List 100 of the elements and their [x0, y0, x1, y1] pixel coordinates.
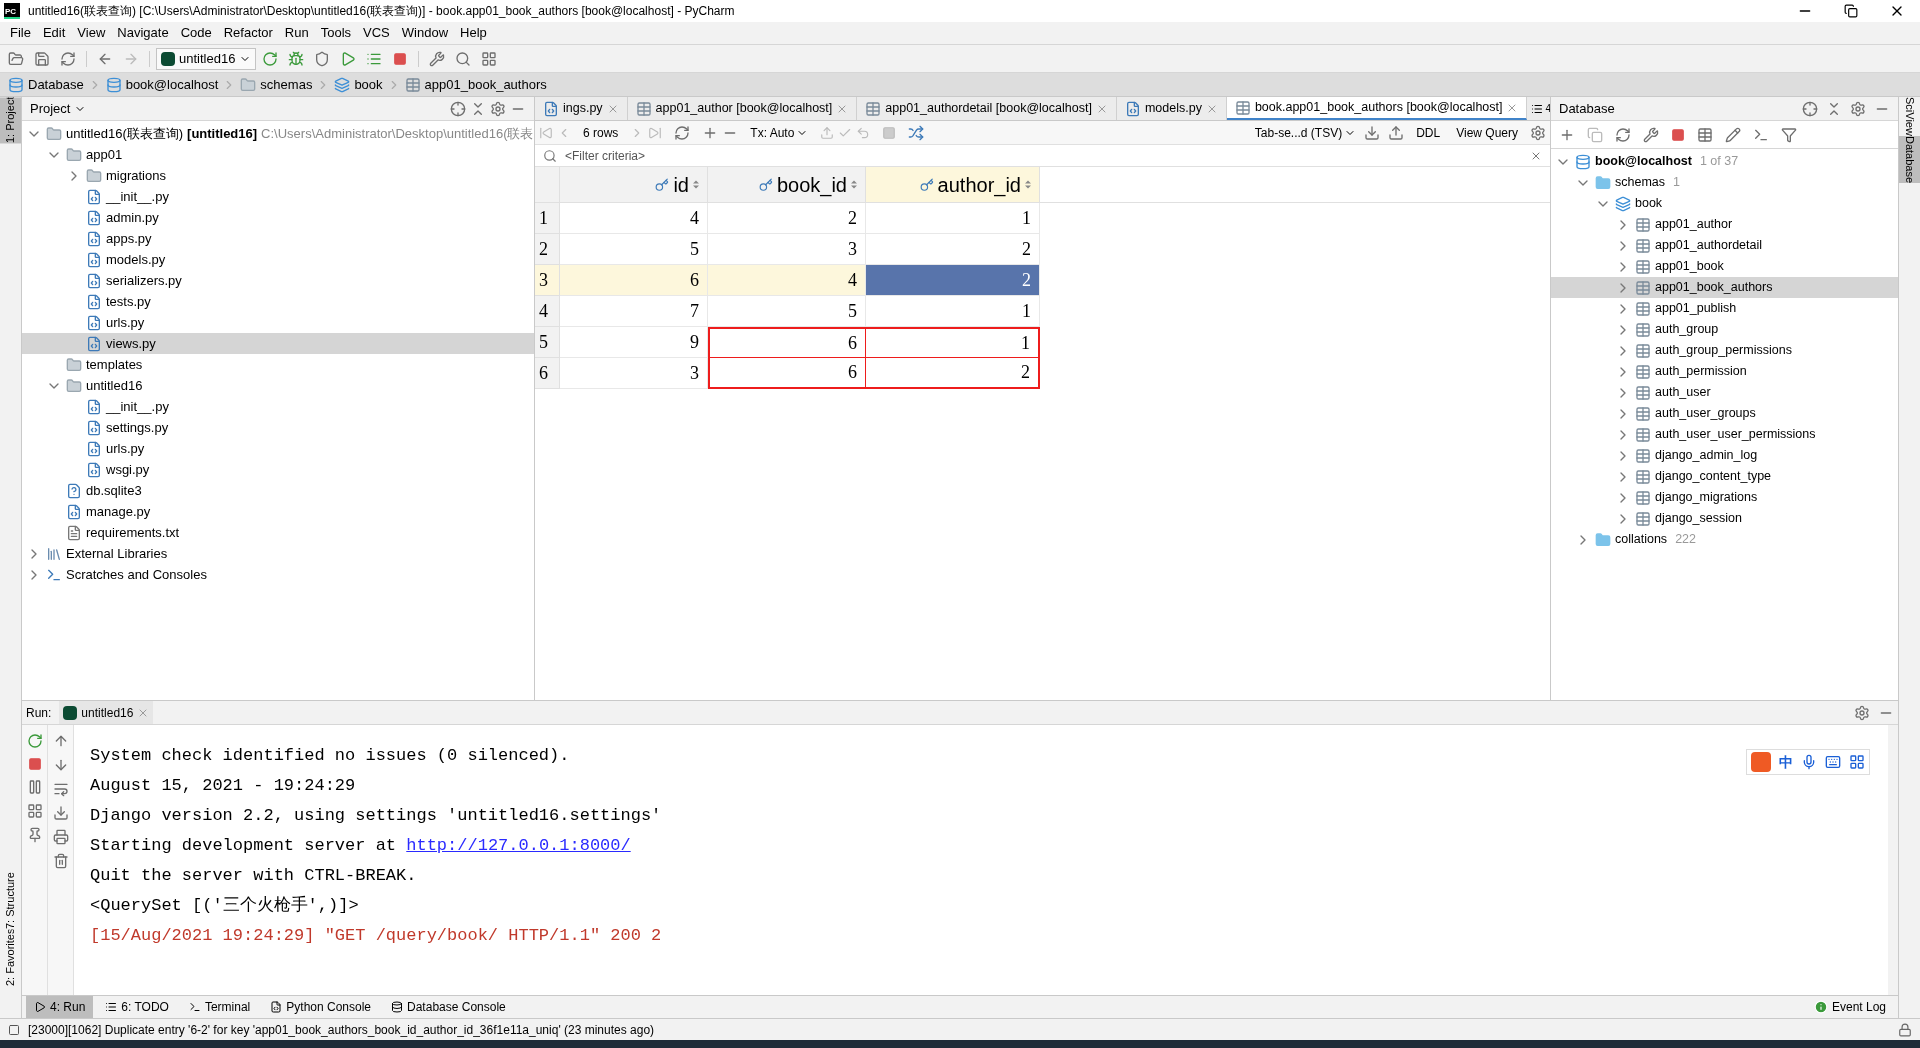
- tool-window-tab[interactable]: 6: TODO: [97, 996, 177, 1018]
- panel-title[interactable]: Project: [30, 98, 87, 119]
- menu-item[interactable]: Tools: [314, 23, 358, 43]
- tree-item[interactable]: wsgi.py: [22, 459, 534, 480]
- sort-icon[interactable]: [851, 180, 857, 189]
- lock-icon[interactable]: [1898, 1022, 1912, 1037]
- settings-icon[interactable]: [1854, 704, 1870, 721]
- settings-icon[interactable]: [490, 100, 506, 117]
- refresh-icon[interactable]: [1615, 126, 1631, 143]
- column-header[interactable]: id: [560, 167, 708, 202]
- menu-item[interactable]: View: [71, 23, 112, 43]
- tree-item[interactable]: auth_user_user_permissions: [1551, 424, 1898, 445]
- table-view-icon[interactable]: [1697, 126, 1713, 143]
- settings-icon[interactable]: [1850, 100, 1866, 117]
- editor-tab[interactable]: ings.py: [535, 97, 628, 120]
- tree-item[interactable]: settings.py: [22, 417, 534, 438]
- menu-item[interactable]: Window: [395, 23, 455, 43]
- editor-tab[interactable]: app01_author [book@localhost]: [627, 97, 858, 120]
- column-header[interactable]: book_id: [708, 167, 866, 202]
- menu-item[interactable]: Navigate: [111, 23, 175, 43]
- tree-item[interactable]: app01: [22, 144, 534, 165]
- view-query-button[interactable]: View Query: [1452, 123, 1522, 142]
- tree-item[interactable]: auth_permission: [1551, 361, 1898, 382]
- breadcrumb[interactable]: book: [334, 74, 383, 95]
- tree-item[interactable]: models.py: [22, 249, 534, 270]
- grid-icon[interactable]: [1849, 754, 1865, 770]
- editor-tab[interactable]: book.app01_book_authors [book@localhost]: [1226, 97, 1528, 120]
- tree-item[interactable]: apps.py: [22, 228, 534, 249]
- stop-icon[interactable]: [1671, 127, 1685, 142]
- tree-item[interactable]: templates: [22, 354, 534, 375]
- tree-item[interactable]: tests.py: [22, 291, 534, 312]
- tool-window-tab[interactable]: Database: [1899, 135, 1920, 184]
- menu-item[interactable]: Run: [278, 23, 315, 43]
- breadcrumb[interactable]: book@localhost: [105, 74, 219, 95]
- event-log-tab[interactable]: Event Log: [1805, 998, 1894, 1016]
- upload-icon[interactable]: [1388, 124, 1405, 141]
- tree-item[interactable]: auth_group_permissions: [1551, 340, 1898, 361]
- tree-item[interactable]: views.py: [22, 333, 534, 354]
- tree-item[interactable]: app01_authordetail: [1551, 235, 1898, 256]
- rerun-icon[interactable]: [26, 733, 43, 749]
- tree-item[interactable]: auth_user: [1551, 382, 1898, 403]
- breadcrumb[interactable]: schemas: [240, 74, 313, 95]
- tree-item[interactable]: django_session: [1551, 508, 1898, 529]
- tree-item[interactable]: serializers.py: [22, 270, 534, 291]
- transaction-mode-dropdown[interactable]: Tx: Auto: [750, 123, 809, 142]
- edit-icon[interactable]: [1725, 126, 1741, 143]
- tree-item[interactable]: app01_author: [1551, 214, 1898, 235]
- ime-mode[interactable]: 中: [1779, 747, 1793, 777]
- locate-icon[interactable]: [450, 100, 466, 117]
- run-tab[interactable]: untitled16: [59, 701, 154, 724]
- locate-icon[interactable]: [1802, 100, 1818, 117]
- tree-item[interactable]: auth_user_groups: [1551, 403, 1898, 424]
- tree-item[interactable]: admin.py: [22, 207, 534, 228]
- wrap-icon[interactable]: [52, 781, 69, 797]
- tree-item[interactable]: manage.py: [22, 501, 534, 522]
- tree-item[interactable]: __init__.py: [22, 186, 534, 207]
- tree-item-label[interactable]: schemas: [1615, 173, 1666, 192]
- keyboard-icon[interactable]: [1825, 754, 1841, 770]
- tool-window-tab[interactable]: SciView: [1899, 97, 1920, 136]
- editor-tab[interactable]: models.py: [1116, 97, 1227, 120]
- tree-item[interactable]: db.sqlite3: [22, 480, 534, 501]
- menu-item[interactable]: VCS: [357, 23, 396, 43]
- tree-item[interactable]: django_content_type: [1551, 466, 1898, 487]
- tree-item[interactable]: app01_publish: [1551, 298, 1898, 319]
- menu-item[interactable]: Edit: [36, 23, 72, 43]
- sort-icon[interactable]: [1025, 180, 1031, 189]
- tree-item[interactable]: auth_group: [1551, 319, 1898, 340]
- layout-icon[interactable]: [26, 803, 43, 819]
- console-link[interactable]: http://127.0.0.1:8000/: [406, 831, 631, 861]
- download-icon[interactable]: [1364, 124, 1381, 141]
- editor-tab[interactable]: app01_authordetail [book@localhost]: [857, 97, 1117, 120]
- tree-item[interactable]: requirements.txt: [22, 522, 534, 543]
- tree-item-label[interactable]: Scratches and Consoles: [66, 564, 207, 585]
- scrollbar[interactable]: [1888, 725, 1898, 995]
- tool-window-tab[interactable]: Database Console: [383, 996, 514, 1018]
- settings-icon[interactable]: [1530, 124, 1546, 141]
- menu-item[interactable]: Code: [174, 23, 218, 43]
- tree-item[interactable]: urls.py: [22, 438, 534, 459]
- tree-item-label[interactable]: book: [1635, 194, 1663, 213]
- sort-icon[interactable]: [693, 180, 699, 189]
- tree-item[interactable]: django_admin_log: [1551, 445, 1898, 466]
- export-format-dropdown[interactable]: Tab-se...d (TSV): [1254, 123, 1357, 142]
- print-icon[interactable]: [52, 829, 69, 845]
- microphone-icon[interactable]: [1801, 754, 1817, 770]
- tool-window-tab[interactable]: 4: Run: [26, 996, 94, 1018]
- breadcrumb[interactable]: app01_book_authors: [404, 74, 547, 95]
- filter-field[interactable]: <Filter criteria>: [565, 146, 1522, 165]
- tree-item[interactable]: app01_book_authors: [1551, 277, 1898, 298]
- tree-item[interactable]: django_migrations: [1551, 487, 1898, 508]
- tree-item[interactable]: urls.py: [22, 312, 534, 333]
- tree-item[interactable]: migrations: [22, 165, 534, 186]
- menu-item[interactable]: Help: [454, 23, 493, 43]
- ddl-button[interactable]: DDL: [1412, 123, 1445, 142]
- tree-item[interactable]: app01_book: [1551, 256, 1898, 277]
- filter-icon[interactable]: [1781, 126, 1797, 143]
- column-header[interactable]: author_id: [866, 167, 1040, 202]
- tool-window-tab[interactable]: 7: Structure: [0, 871, 21, 929]
- tool-window-tab[interactable]: Terminal: [180, 996, 259, 1018]
- menu-item[interactable]: File: [4, 23, 37, 43]
- connection-name[interactable]: book@localhost: [1595, 152, 1692, 171]
